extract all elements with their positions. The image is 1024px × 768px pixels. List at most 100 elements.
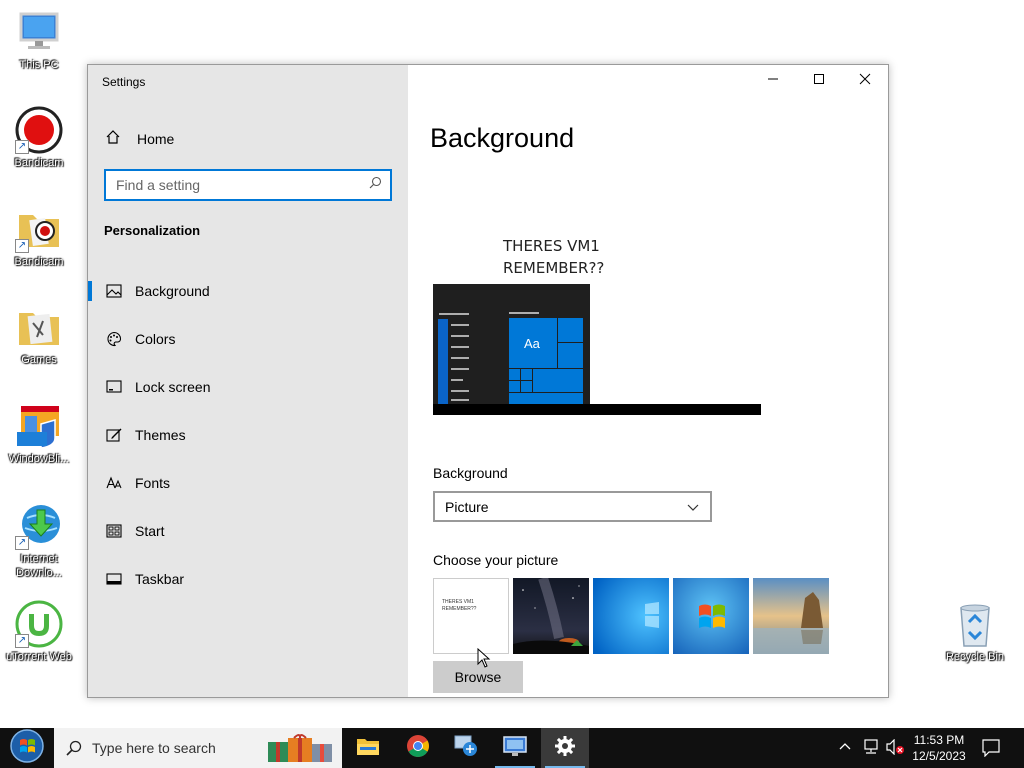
windowblinds-icon <box>15 402 63 450</box>
start-button[interactable] <box>0 728 54 768</box>
preview-text-line: REMEMBER?? <box>503 259 605 277</box>
find-setting-search[interactable] <box>104 169 392 201</box>
maximize-icon <box>813 72 825 90</box>
themes-icon <box>105 426 123 444</box>
desktop-icon-label: Bandicam <box>14 256 64 268</box>
desktop-icon-games[interactable]: Games <box>0 303 79 367</box>
find-setting-input[interactable] <box>116 177 356 193</box>
nav-item-label: Lock screen <box>135 379 211 395</box>
background-type-value: Picture <box>445 498 489 515</box>
desktop-icon-label: Games <box>21 354 57 366</box>
desktop-icon-this-pc[interactable]: This PC <box>0 8 79 72</box>
nav-item-background[interactable]: Background <box>88 267 408 315</box>
nav-item-taskbar[interactable]: Taskbar <box>88 555 408 603</box>
start-menu-preview: Aa <box>433 284 590 405</box>
search-icon <box>66 740 82 756</box>
folder-icon <box>356 736 380 761</box>
nav-item-lock-screen[interactable]: Lock screen <box>88 363 408 411</box>
remote-desktop-icon <box>453 734 479 763</box>
nav-item-label: Taskbar <box>135 571 185 587</box>
windows-orb-icon <box>9 728 45 768</box>
show-hidden-icons-button[interactable] <box>838 740 852 759</box>
lock-screen-icon <box>105 378 123 396</box>
nav-item-fonts[interactable]: Fonts <box>88 459 408 507</box>
desktop-icon-bandicam-folder[interactable]: ↗ Bandicam <box>0 205 79 269</box>
taskbar-search-box[interactable]: Type here to search <box>54 728 342 768</box>
taskbar-search-placeholder: Type here to search <box>92 740 216 756</box>
settings-window: Settings Home Personalization Background <box>87 64 889 698</box>
personalization-nav: Background Colors Lock screen Themes Fon… <box>88 267 408 603</box>
nav-item-colors[interactable]: Colors <box>88 315 408 363</box>
section-title-personalization: Personalization <box>104 223 201 238</box>
nav-item-label: Fonts <box>135 475 171 491</box>
gear-icon <box>554 735 576 762</box>
taskbar-file-explorer[interactable] <box>344 728 392 768</box>
nav-item-label: Start <box>135 523 165 539</box>
clock-time: 11:53 PM <box>913 733 965 747</box>
fonts-icon <box>105 474 123 492</box>
desktop-icon-recycle-bin[interactable]: Recycle Bin <box>935 600 1015 664</box>
taskbar-settings[interactable] <box>541 728 589 768</box>
palette-icon <box>105 330 123 348</box>
desktop-icon-label: uTorrent Web <box>6 651 72 663</box>
shortcut-arrow-icon: ↗ <box>15 239 29 253</box>
shortcut-arrow-icon: ↗ <box>15 536 29 550</box>
nav-item-start[interactable]: Start <box>88 507 408 555</box>
desktop-icon-label: Internet Downlo... <box>16 553 62 579</box>
desktop-icon-label: WindowBli... <box>8 453 70 465</box>
volume-muted-icon <box>885 738 905 759</box>
taskbar-remote-desktop[interactable] <box>491 728 539 768</box>
chrome-icon <box>406 734 430 763</box>
picture-icon <box>105 282 123 300</box>
background-type-dropdown[interactable]: Picture <box>433 491 712 522</box>
volume-tray-button[interactable] <box>885 738 905 760</box>
globe-download-icon: ↗ <box>15 502 63 550</box>
taskbar-chrome[interactable] <box>394 728 442 768</box>
thumbnail-windows-10[interactable] <box>593 578 669 654</box>
chevron-up-icon <box>838 741 852 758</box>
thumbnail-text-line: THERES VM1 <box>442 599 474 605</box>
desktop-icon-internet-download-manager[interactable]: ↗ Internet Downlo... <box>0 502 79 580</box>
desktop-icon-utorrent-web[interactable]: ↗ uTorrent Web <box>0 600 79 664</box>
notifications-button[interactable] <box>982 739 1000 762</box>
folder-icon <box>15 303 63 351</box>
start-icon <box>105 522 123 540</box>
desktop-icon-label: Recycle Bin <box>945 651 1005 663</box>
taskbar-icon <box>105 570 123 588</box>
mouse-cursor-icon <box>477 647 491 673</box>
desktop-icon-bandicam[interactable]: ↗ Bandicam <box>0 106 79 170</box>
computer-icon <box>15 8 63 56</box>
home-link[interactable]: Home <box>105 129 174 149</box>
utorrent-icon: ↗ <box>15 600 63 648</box>
home-label: Home <box>137 131 175 147</box>
preview-tile-label: Aa <box>524 336 540 351</box>
preview-text-line: THERES VM1 <box>503 237 600 255</box>
clock[interactable]: 11:53 PM 12/5/2023 <box>906 732 972 764</box>
thumbnail-text-line: REMEMBER?? <box>442 606 477 612</box>
gift-boxes-icon <box>266 732 336 767</box>
thumbnail-night-sky[interactable] <box>513 578 589 654</box>
nav-item-themes[interactable]: Themes <box>88 411 408 459</box>
thumbnail-text-wallpaper[interactable]: THERES VM1 REMEMBER?? <box>433 578 509 654</box>
monitor-icon <box>502 734 528 763</box>
network-tray-button[interactable] <box>862 739 880 760</box>
folder-icon: ↗ <box>15 205 63 253</box>
nav-item-label: Themes <box>135 427 186 443</box>
close-icon <box>859 72 871 90</box>
desktop-icon-label: This PC <box>19 59 59 71</box>
nav-item-label: Background <box>135 283 210 299</box>
bandicam-icon: ↗ <box>15 106 63 154</box>
close-button[interactable] <box>842 65 888 97</box>
minimize-button[interactable] <box>750 65 796 97</box>
maximize-button[interactable] <box>796 65 842 97</box>
thumbnail-windows-7[interactable] <box>673 578 749 654</box>
clock-date: 12/5/2023 <box>912 749 966 763</box>
chevron-down-icon <box>686 500 700 517</box>
search-icon <box>369 176 382 192</box>
thumbnail-beach[interactable] <box>753 578 829 654</box>
taskbar: Type here to search 11:53 PM 12/5/2023 <box>0 728 1024 768</box>
minimize-icon <box>767 72 779 90</box>
taskbar-remote-tool[interactable] <box>442 728 490 768</box>
desktop-icon-windowblinds[interactable]: WindowBli... <box>0 402 79 466</box>
shortcut-arrow-icon: ↗ <box>15 140 29 154</box>
